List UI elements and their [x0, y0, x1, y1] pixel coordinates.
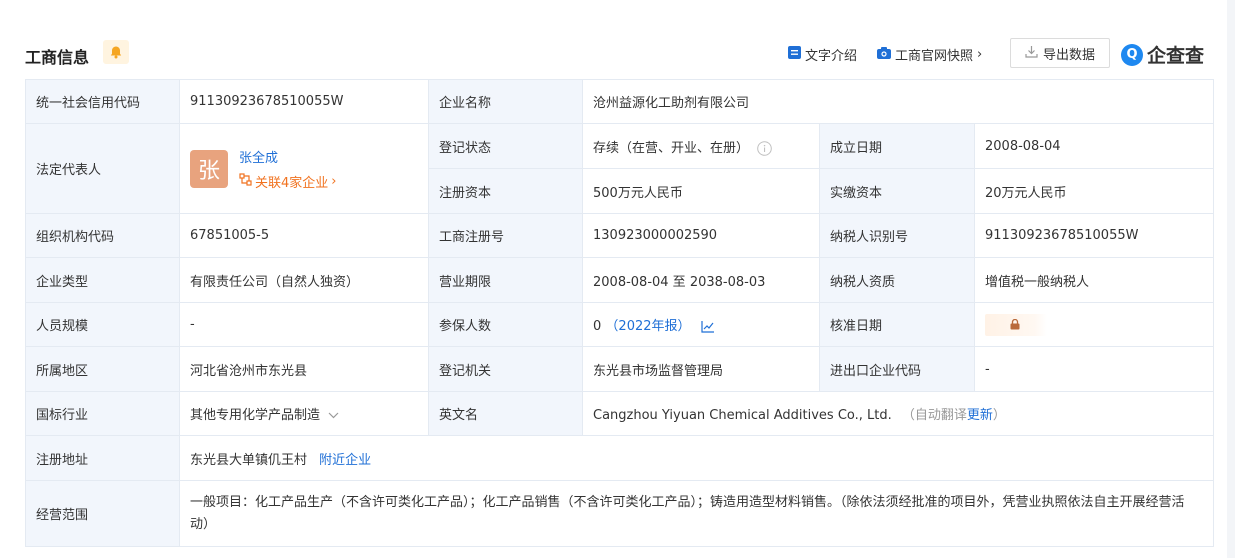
english-name-label: 英文名 — [428, 391, 583, 436]
lock-icon — [1010, 319, 1020, 330]
company-type-label: 企业类型 — [25, 257, 180, 303]
download-icon — [1025, 45, 1038, 62]
table-row: 所属地区 河北省沧州市东光县 登记机关 东光县市场监督管理局 进出口企业代码 - — [25, 346, 1215, 392]
update-link[interactable]: 更新 — [967, 408, 993, 423]
taxpayer-id-label: 纳税人识别号 — [819, 213, 975, 258]
staff-size-value: - — [179, 302, 429, 347]
chevron-down-icon[interactable] — [328, 412, 339, 419]
taxpayer-qual-label: 纳税人资质 — [819, 257, 975, 303]
paid-capital-label: 实缴资本 — [819, 168, 975, 214]
bell-icon[interactable] — [103, 40, 129, 64]
industry-label: 国标行业 — [25, 391, 180, 436]
biz-reg-no-value: 130923000002590 — [582, 213, 820, 258]
table-row: 组织机构代码 67851005-5 工商注册号 130923000002590 … — [25, 213, 1215, 258]
company-name-value: 沧州益源化工助剂有限公司 — [581, 79, 1215, 124]
industry-cell[interactable]: 其他专用化学产品制造 — [179, 391, 429, 436]
insured-cell: 0 （2022年报） — [582, 302, 820, 347]
reg-capital-value: 500万元人民币 — [582, 168, 820, 214]
org-code-label: 组织机构代码 — [25, 213, 180, 258]
address-cell: 东光县大单镇仉王村 附近企业 — [178, 435, 1215, 481]
table-row: 人员规模 - 参保人数 0 （2022年报） 核准日期 — [25, 302, 1215, 347]
import-export-value: - — [973, 346, 1215, 392]
text-intro-link[interactable]: 文字介绍 — [788, 45, 857, 64]
chevron-right-icon: › — [977, 47, 983, 62]
reg-status-value: 存续（在营、开业、在册） — [593, 140, 750, 156]
founded-value: 2008-08-04 — [973, 123, 1215, 169]
scope-value: 一般项目：化工产品生产（不含许可类化工产品）；化工产品销售（不含许可类化工产品）… — [178, 480, 1215, 547]
reg-status-label: 登记状态 — [428, 123, 583, 169]
taxpayer-qual-value: 增值税一般纳税人 — [973, 257, 1215, 303]
business-info-table: 统一社会信用代码 91130923678510055W 企业名称 沧州益源化工助… — [25, 79, 1215, 547]
taxpayer-id-value: 91130923678510055W — [973, 213, 1215, 258]
export-label: 导出数据 — [1042, 47, 1095, 63]
address-value: 东光县大单镇仉王村 — [190, 452, 308, 468]
table-row: 法定代表人 张 张全成 关联4家企业 › 登记状态 存续（在营、开业、在册） 成… — [25, 123, 1215, 214]
biz-term-label: 营业期限 — [428, 257, 583, 303]
org-code-value: 67851005-5 — [179, 213, 429, 258]
industry-value: 其他专用化学产品制造 — [190, 408, 321, 423]
english-name-cell: Cangzhou Yiyuan Chemical Additives Co., … — [581, 391, 1215, 436]
insured-count: 0 — [593, 319, 602, 334]
reg-status-cell: 存续（在营、开业、在册） — [582, 123, 820, 169]
auto-translate-note: （自动翻译 — [901, 408, 967, 423]
camera-icon — [877, 46, 891, 63]
avatar[interactable]: 张 — [190, 149, 228, 188]
qichacha-logo: Q 企查查 — [1121, 41, 1204, 68]
section-title: 工商信息 — [25, 48, 90, 67]
text-intro-label: 文字介绍 — [805, 49, 858, 64]
region-label: 所属地区 — [25, 346, 180, 392]
relation-icon — [239, 172, 252, 190]
table-row: 注册地址 东光县大单镇仉王村 附近企业 — [25, 435, 1215, 481]
table-row: 企业类型 有限责任公司（自然人独资） 营业期限 2008-08-04 至 203… — [25, 257, 1215, 303]
table-row: 经营范围 一般项目：化工产品生产（不含许可类化工产品）；化工产品销售（不含许可类… — [25, 480, 1215, 547]
related-companies-label: 关联4家企业 — [255, 175, 329, 191]
right-gutter — [1227, 0, 1235, 558]
vip-lock-badge[interactable] — [985, 313, 1047, 336]
company-name-label: 企业名称 — [428, 79, 583, 124]
qichacha-logo-icon: Q — [1121, 43, 1143, 66]
legal-rep-label: 法定代表人 — [25, 123, 180, 214]
table-row: 统一社会信用代码 91130923678510055W 企业名称 沧州益源化工助… — [25, 79, 1215, 124]
approval-date-cell — [973, 302, 1215, 347]
authority-value: 东光县市场监督管理局 — [582, 346, 820, 392]
section-header: 工商信息 文字介绍 工商官网快照 › 导出数据 Q 企查查 — [25, 38, 1215, 68]
region-value: 河北省沧州市东光县 — [179, 346, 429, 392]
business-info-card: 工商信息 文字介绍 工商官网快照 › 导出数据 Q 企查查 统一社会信用代码 9… — [0, 0, 1227, 558]
credit-code-label: 统一社会信用代码 — [25, 79, 180, 124]
import-export-label: 进出口企业代码 — [819, 346, 975, 392]
credit-code-value: 91130923678510055W — [179, 79, 429, 124]
staff-size-label: 人员规模 — [25, 302, 180, 347]
legal-rep-name-link[interactable]: 张全成 — [239, 147, 336, 166]
snapshot-label: 工商官网快照 — [895, 49, 974, 64]
approval-date-label: 核准日期 — [819, 302, 975, 347]
biz-reg-no-label: 工商注册号 — [428, 213, 583, 258]
legal-rep-cell: 张 张全成 关联4家企业 › — [179, 123, 429, 214]
info-icon[interactable] — [757, 140, 772, 156]
related-companies-link[interactable]: 关联4家企业 › — [239, 172, 336, 191]
scope-label: 经营范围 — [25, 480, 180, 547]
table-row: 国标行业 其他专用化学产品制造 英文名 Cangzhou Yiyuan Chem… — [25, 391, 1215, 436]
address-label: 注册地址 — [25, 435, 180, 481]
chevron-right-icon: › — [331, 173, 337, 189]
document-icon — [788, 46, 801, 63]
trend-chart-icon[interactable] — [701, 320, 715, 333]
insured-label: 参保人数 — [428, 302, 583, 347]
nearby-companies-link[interactable]: 附近企业 — [319, 453, 371, 468]
paren-close: ） — [992, 408, 1006, 423]
snapshot-link[interactable]: 工商官网快照 › — [877, 45, 982, 64]
company-type-value: 有限责任公司（自然人独资） — [179, 257, 429, 303]
annual-report-link[interactable]: （2022年报） — [605, 319, 690, 334]
biz-term-value: 2008-08-04 至 2038-08-03 — [582, 257, 820, 303]
founded-label: 成立日期 — [819, 123, 975, 169]
english-name-value: Cangzhou Yiyuan Chemical Additives Co., … — [593, 408, 892, 423]
export-button[interactable]: 导出数据 — [1010, 38, 1110, 68]
paid-capital-value: 20万元人民币 — [973, 168, 1215, 214]
logo-text: 企查查 — [1147, 45, 1205, 67]
authority-label: 登记机关 — [428, 346, 583, 392]
reg-capital-label: 注册资本 — [428, 168, 583, 214]
